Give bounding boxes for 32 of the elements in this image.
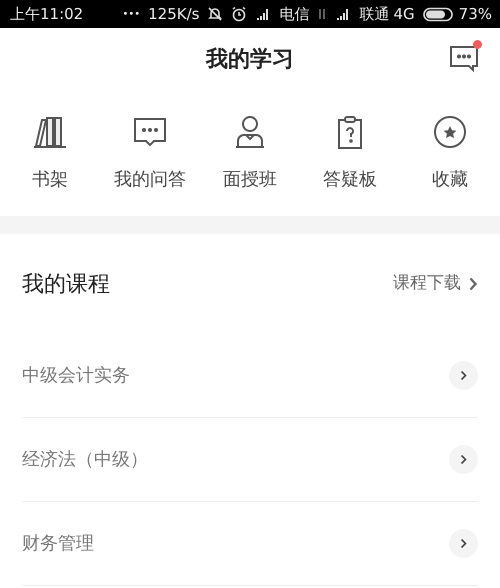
course-name: 经济法（中级） [22, 448, 148, 472]
shortcut-button[interactable]: 我的问答 [100, 114, 200, 216]
shortcut-button[interactable]: 答疑板 [300, 114, 400, 216]
course-name: 财务管理 [22, 532, 94, 556]
bell-off-icon [207, 6, 224, 22]
shortcut-button[interactable]: 收藏 [400, 114, 500, 216]
data-arrows-icon [317, 7, 328, 21]
course-row[interactable]: 财务管理 [22, 502, 478, 586]
battery-percent: 73% [458, 4, 492, 25]
network-type: 4G [393, 4, 415, 25]
network-speed: 125K/s [148, 4, 200, 25]
chevron-right-icon [449, 529, 478, 558]
download-link[interactable]: 课程下载 [393, 271, 478, 297]
carrier-name: 联通 [359, 4, 390, 25]
page-title: 我的学习 [206, 46, 294, 74]
chevron-right-icon [449, 361, 478, 390]
carrier-name: 电信 [279, 4, 310, 25]
battery-icon [422, 6, 455, 22]
alarm-icon [231, 6, 248, 22]
course-name: 中级会计实务 [22, 364, 130, 388]
status-time: 上午11:02 [10, 4, 84, 25]
shortcut-button[interactable]: 面授班 [200, 114, 300, 216]
course-row[interactable]: 中级会计实务 [22, 334, 478, 418]
chevron-right-icon [469, 277, 478, 291]
shortcut-button[interactable]: 书架 [0, 114, 100, 216]
overflow-dots: ••• [122, 8, 140, 22]
chevron-right-icon [449, 445, 478, 474]
bookshelf-icon [32, 114, 68, 150]
section-title: 我的课程 [22, 270, 110, 298]
messages-button[interactable] [448, 42, 480, 74]
star-circle-icon [432, 114, 468, 150]
course-row[interactable]: 经济法（中级） [22, 418, 478, 502]
